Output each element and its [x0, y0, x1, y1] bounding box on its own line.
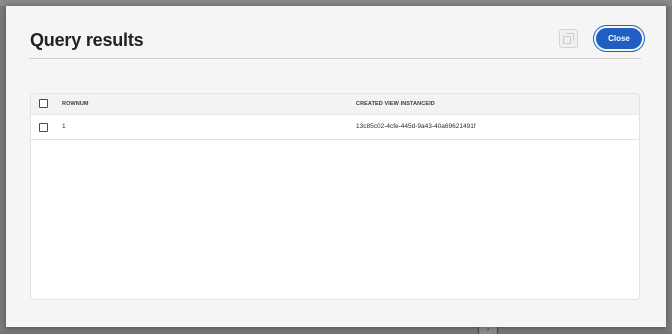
column-header-rownum[interactable]: ROWNUM	[62, 101, 89, 107]
query-results-dialog: Query results Close ROWNUM CREATED VIEW …	[6, 6, 666, 327]
table-row[interactable]: 1 13c85c02-4cfe-445d-9a43-40a69621491f	[31, 115, 639, 140]
download-button[interactable]	[559, 29, 578, 48]
cell-instance-id: 13c85c02-4cfe-445d-9a43-40a69621491f	[356, 123, 476, 130]
row-checkbox[interactable]	[39, 123, 48, 132]
cell-rownum: 1	[62, 123, 66, 130]
table-header: ROWNUM CREATED VIEW INSTANCEID	[31, 94, 639, 115]
header-divider	[29, 58, 641, 59]
background-page-bottom	[0, 327, 672, 333]
close-button[interactable]: Close	[596, 28, 642, 49]
results-table: ROWNUM CREATED VIEW INSTANCEID 1 13c85c0…	[30, 93, 640, 300]
dialog-title: Query results	[30, 30, 144, 50]
background-page-right	[666, 6, 672, 327]
column-header-instanceid[interactable]: CREATED VIEW INSTANCEID	[356, 101, 435, 107]
download-icon	[563, 33, 574, 44]
select-all-checkbox[interactable]	[39, 99, 48, 108]
